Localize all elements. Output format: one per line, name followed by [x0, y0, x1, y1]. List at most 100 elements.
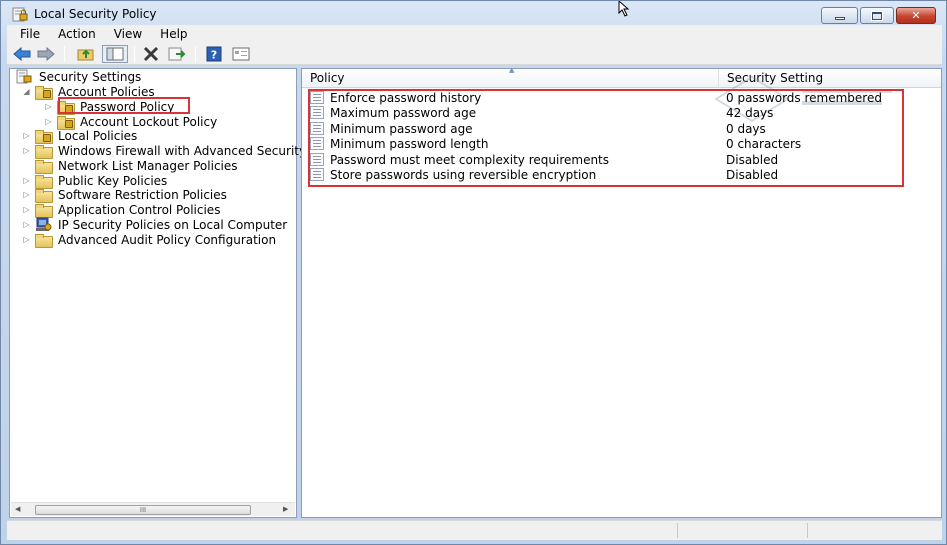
tree-item-windows-firewall[interactable]: ▷ Windows Firewall with Advanced Securit… [22, 143, 307, 159]
scroll-left-icon[interactable]: ◀ [15, 505, 20, 513]
close-button[interactable]: ✕ [896, 7, 936, 24]
title-bar[interactable]: Local Security Policy ✕ [1, 1, 946, 25]
tree-pane[interactable]: Security Settings ◢ Account Policies ▷ P… [9, 68, 306, 518]
status-cell [677, 523, 807, 538]
close-icon: ✕ [911, 9, 921, 22]
details-pane: ▲ Policy Security Setting Enforce passwo… [301, 66, 942, 518]
back-arrow-icon [13, 47, 31, 61]
expand-arrow-icon[interactable]: ▷ [22, 176, 31, 185]
policy-row[interactable]: Minimum password length 0 characters [310, 136, 900, 151]
mouse-cursor-icon [618, 1, 630, 17]
locked-folder-icon [57, 100, 75, 115]
expand-arrow-icon[interactable]: ▷ [22, 190, 31, 199]
expand-arrow-icon[interactable]: ▷ [22, 146, 31, 155]
toolbar-separator [64, 46, 65, 62]
expand-arrow-icon[interactable]: ▷ [22, 205, 31, 214]
policy-row[interactable]: Enforce password history 0 passwords rem… [310, 90, 900, 105]
policy-name: Enforce password history [330, 90, 482, 105]
tree-item-label: Windows Firewall with Advanced Security [58, 143, 307, 158]
tree-item-local-policies[interactable]: ▷ Local Policies [22, 128, 137, 144]
tree-item-public-key[interactable]: ▷ Public Key Policies [22, 173, 168, 189]
folder-icon [35, 188, 53, 203]
show-hide-tree-button[interactable] [102, 45, 128, 63]
toolbar-separator [134, 46, 135, 62]
status-cell [807, 523, 937, 538]
scroll-right-icon[interactable]: ▶ [283, 505, 288, 513]
locked-folder-icon [57, 115, 75, 130]
tree-item-label: Software Restriction Policies [58, 187, 227, 202]
tree-item-label: Public Key Policies [58, 173, 168, 188]
security-policy-icon [12, 7, 28, 22]
help-button[interactable]: ? [205, 45, 223, 63]
menu-help[interactable]: Help [148, 27, 193, 41]
tree-item-network-list[interactable]: Network List Manager Policies [22, 158, 238, 174]
tree-item-label: Account Lockout Policy [80, 114, 218, 129]
tree-item-advanced-audit[interactable]: ▷ Advanced Audit Policy Configuration [22, 232, 276, 248]
help-icon: ? [206, 46, 222, 62]
toolbar: ? [7, 43, 942, 65]
policy-row[interactable]: Store passwords using reversible encrypt… [310, 167, 900, 182]
scrollbar-thumb[interactable]: III [35, 505, 251, 515]
column-header-label: Policy [310, 71, 345, 85]
policy-name: Maximum password age [330, 105, 477, 120]
delete-button[interactable] [142, 45, 160, 63]
policy-setting-icon [310, 91, 324, 104]
up-folder-icon [77, 49, 94, 61]
folder-icon [35, 144, 53, 159]
sort-indicator-icon: ▲ [509, 66, 515, 74]
security-settings-icon [16, 69, 32, 84]
column-header-policy[interactable]: ▲ Policy [302, 66, 719, 88]
expand-arrow-icon[interactable]: ▷ [22, 220, 31, 229]
forward-button[interactable] [37, 45, 55, 63]
tree-item-account-lockout-policy[interactable]: ▷ Account Lockout Policy [44, 114, 218, 130]
policy-value: 0 days [726, 121, 766, 136]
tree-item-application-control[interactable]: ▷ Application Control Policies [22, 202, 221, 218]
policy-value: 42 days [726, 105, 774, 120]
tree-item-software-restriction[interactable]: ▷ Software Restriction Policies [22, 187, 227, 203]
tree-item-label: Application Control Policies [58, 202, 221, 217]
menu-action[interactable]: Action [46, 27, 102, 41]
show-hide-tree-icon [106, 47, 124, 61]
tree-item-ip-security[interactable]: ▷ IP Security Policies on Local Computer [22, 217, 287, 232]
expand-arrow-icon[interactable]: ▷ [22, 235, 31, 244]
policy-value: Disabled [726, 167, 779, 182]
tree-item-password-policy[interactable]: ▷ Password Policy [44, 99, 175, 115]
policy-name: Store passwords using reversible encrypt… [330, 167, 597, 182]
menu-file[interactable]: File [7, 27, 46, 41]
status-bar [7, 520, 942, 540]
expand-arrow-icon[interactable]: ▷ [44, 102, 53, 111]
policy-value: 0 characters [726, 136, 802, 151]
tree-item-security-settings[interactable]: Security Settings [16, 69, 141, 84]
window-title: Local Security Policy [34, 7, 157, 21]
policy-value: Disabled [726, 152, 779, 167]
locked-folder-icon [35, 85, 53, 100]
policy-row[interactable]: Maximum password age 42 days [310, 105, 900, 120]
minimize-button[interactable] [821, 7, 858, 24]
policy-setting-icon [310, 122, 324, 135]
policy-row[interactable]: Minimum password age 0 days [310, 121, 900, 136]
maximize-button[interactable] [860, 7, 894, 24]
policy-setting-icon [310, 106, 324, 119]
export-list-button[interactable] [168, 45, 186, 63]
tree-item-label: IP Security Policies on Local Computer [58, 217, 288, 232]
toolbar-separator [195, 46, 196, 62]
up-one-level-button[interactable] [77, 45, 95, 63]
policy-setting-icon [310, 168, 324, 181]
maximize-icon [871, 10, 883, 21]
policy-row[interactable]: Password must meet complexity requiremen… [310, 152, 900, 167]
expand-arrow-icon[interactable]: ▷ [22, 131, 31, 140]
delete-icon [143, 46, 159, 62]
policy-name: Minimum password age [330, 121, 473, 136]
horizontal-scrollbar[interactable]: ◀ III ▶ [11, 502, 295, 516]
collapse-arrow-icon[interactable]: ◢ [22, 87, 31, 96]
menu-view[interactable]: View [102, 27, 148, 41]
policy-value: 0 passwords remembered [726, 90, 882, 105]
expand-arrow-icon[interactable]: ▷ [44, 117, 53, 126]
tree-item-account-policies[interactable]: ◢ Account Policies [22, 84, 155, 100]
policy-name: Password must meet complexity requiremen… [330, 152, 610, 167]
folder-icon [35, 174, 53, 189]
back-button[interactable] [13, 45, 31, 63]
properties-icon [232, 47, 250, 61]
properties-button[interactable] [232, 45, 250, 63]
policy-name: Minimum password length [330, 136, 489, 151]
